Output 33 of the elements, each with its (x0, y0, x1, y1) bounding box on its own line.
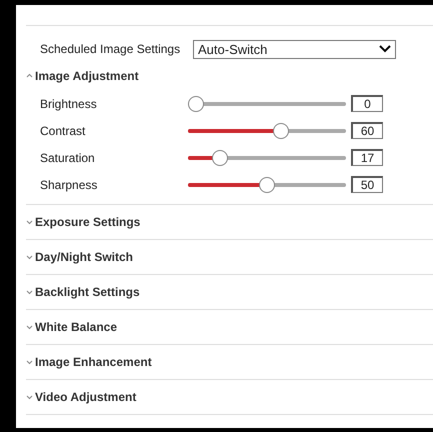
chevron-down-icon (26, 324, 33, 330)
slider-thumb[interactable] (273, 122, 290, 138)
chevron-down-icon (26, 254, 33, 260)
section-header[interactable]: Image Enhancement (26, 345, 433, 379)
section-header[interactable]: Day/Night Switch (26, 240, 433, 274)
chevron-down-icon (26, 290, 33, 294)
slider-thumb[interactable] (212, 150, 228, 166)
section-header[interactable]: Image Adjustment (26, 61, 433, 90)
slider-thumb[interactable] (188, 96, 204, 112)
section-header[interactable]: Backlight Settings (26, 275, 433, 309)
slider[interactable] (188, 176, 346, 192)
slider[interactable] (188, 122, 346, 138)
slider-label: Saturation (40, 150, 96, 164)
slider-label: Contrast (40, 124, 86, 138)
chevron-down-icon (26, 360, 33, 364)
field-label: Scheduled Image Settings (40, 42, 182, 56)
value-field[interactable]: 60 (351, 122, 383, 139)
slider[interactable] (188, 150, 346, 166)
section-header[interactable]: Video Adjustment (26, 380, 433, 414)
section-header[interactable]: Exposure Settings (26, 205, 433, 239)
chevron-down-icon (26, 220, 33, 224)
slider-label: Sharpness (40, 178, 98, 192)
slider-thumb[interactable] (259, 176, 275, 192)
value-field[interactable]: 0 (351, 95, 383, 112)
value-field[interactable]: 17 (351, 149, 383, 166)
dropdown-select[interactable]: Auto-Switch (193, 40, 396, 58)
section-header[interactable]: White Balance (26, 310, 433, 344)
slider-label: Brightness (40, 96, 98, 110)
chevron-up-icon (26, 73, 33, 78)
value-field[interactable]: 50 (351, 176, 383, 193)
chevron-down-icon (379, 45, 391, 53)
chevron-down-icon (26, 394, 33, 400)
slider[interactable] (188, 96, 346, 112)
